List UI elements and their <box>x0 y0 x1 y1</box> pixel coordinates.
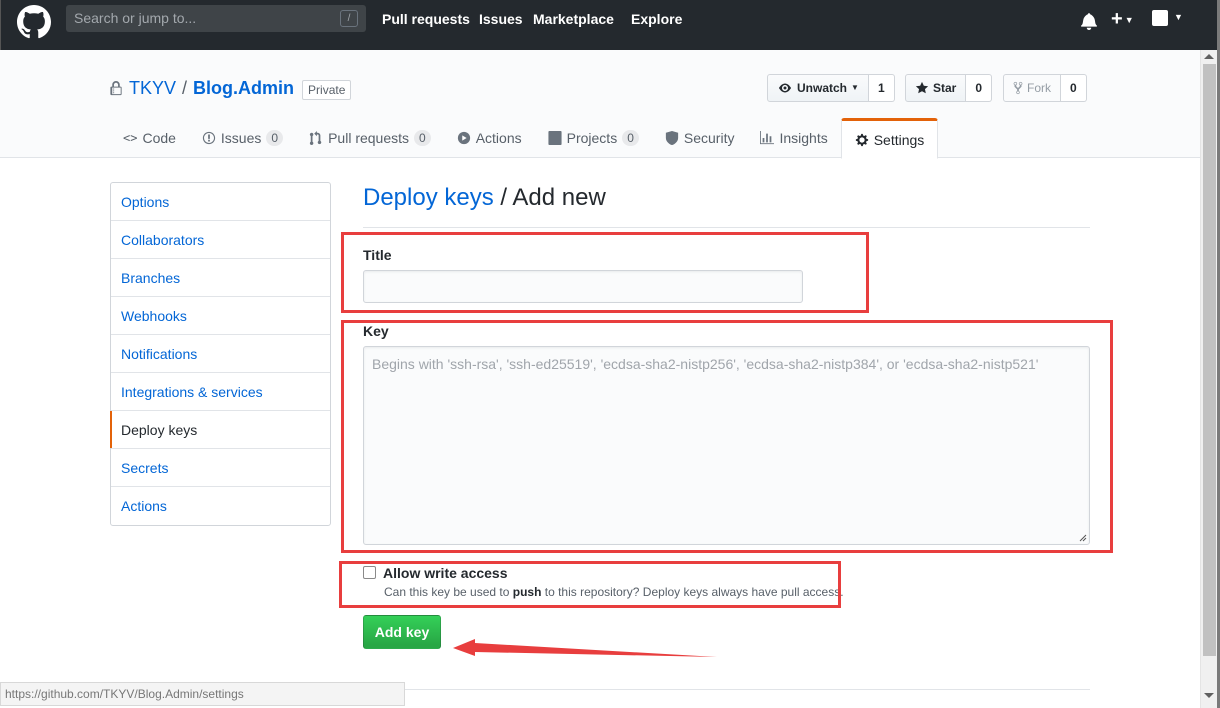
repo-tabs: <> Code Issues 0 Pull requests 0 Actions… <box>110 118 939 159</box>
issue-icon <box>202 131 216 145</box>
eye-icon <box>779 83 791 93</box>
unwatch-button[interactable]: Unwatch ▼ <box>767 74 869 102</box>
annotation-box-title <box>341 232 869 313</box>
tab-pull-requests-label: Pull requests <box>328 130 410 146</box>
tab-projects-label: Projects <box>566 130 618 146</box>
menu-item-options[interactable]: Options <box>111 183 330 221</box>
tab-settings[interactable]: Settings <box>840 118 939 159</box>
tab-security-label: Security <box>683 130 735 146</box>
annotation-box-write-access <box>339 561 841 608</box>
graph-icon <box>760 131 775 145</box>
menu-item-deploy-keys[interactable]: Deploy keys <box>110 411 330 449</box>
star-button[interactable]: Star <box>905 74 967 102</box>
deploy-keys-breadcrumb-link[interactable]: Deploy keys <box>363 184 494 211</box>
scrollbar-thumb[interactable] <box>1203 64 1216 656</box>
code-icon: <> <box>123 131 138 145</box>
fork-label: Fork <box>1027 81 1051 95</box>
star-count[interactable]: 0 <box>966 74 993 102</box>
add-key-button[interactable]: Add key <box>363 615 441 649</box>
header-nav-explore[interactable]: Explore <box>631 11 682 27</box>
tab-actions-label: Actions <box>475 130 522 146</box>
menu-item-branches[interactable]: Branches <box>111 259 330 297</box>
fork-button-group: Fork 0 <box>1003 74 1087 102</box>
header-nav-issues[interactable]: Issues <box>479 11 523 27</box>
annotation-arrow <box>453 639 717 657</box>
menu-item-integrations[interactable]: Integrations & services <box>111 373 330 411</box>
project-icon <box>548 131 562 145</box>
caret-down-icon: ▼ <box>851 83 859 92</box>
tab-insights[interactable]: Insights <box>747 118 840 158</box>
star-label: Star <box>933 81 957 95</box>
avatar-dropdown-caret-icon[interactable]: ▼ <box>1174 12 1183 22</box>
menu-item-actions[interactable]: Actions <box>111 487 330 525</box>
settings-menu: Options Collaborators Branches Webhooks … <box>110 182 331 526</box>
menu-item-webhooks[interactable]: Webhooks <box>111 297 330 335</box>
private-badge: Private <box>302 80 352 100</box>
fork-button[interactable]: Fork <box>1003 74 1061 102</box>
repo-path-separator: / <box>182 78 188 98</box>
unwatch-label: Unwatch <box>797 81 848 95</box>
watch-count[interactable]: 1 <box>868 74 895 102</box>
page-title: Deploy keys / Add new <box>363 184 1090 228</box>
watch-button-group: Unwatch ▼ 1 <box>767 74 895 102</box>
pull-request-icon <box>309 131 322 145</box>
menu-item-notifications[interactable]: Notifications <box>111 335 330 373</box>
browser-status-bar: https://github.com/TKYV/Blog.Admin/setti… <box>0 682 405 706</box>
plus-dropdown-icon[interactable]: + ▼ <box>1111 8 1134 31</box>
page-title-suffix: / Add new <box>500 184 606 211</box>
repo-name-link[interactable]: Blog.Admin <box>193 78 294 99</box>
tab-security[interactable]: Security <box>652 118 748 158</box>
tab-projects-count: 0 <box>622 130 639 146</box>
tab-insights-label: Insights <box>779 130 828 146</box>
bell-icon[interactable] <box>1081 12 1097 30</box>
gear-icon <box>855 133 868 146</box>
star-icon <box>915 81 929 94</box>
star-button-group: Star 0 <box>905 74 993 102</box>
header-nav-pull-requests[interactable]: Pull requests <box>382 11 470 27</box>
tab-actions[interactable]: Actions <box>444 118 535 158</box>
tab-pull-requests[interactable]: Pull requests 0 <box>296 118 444 158</box>
divider <box>363 689 1090 690</box>
scroll-up-arrow-icon[interactable] <box>1204 54 1214 59</box>
tab-settings-label: Settings <box>873 131 925 148</box>
tab-issues-label: Issues <box>220 130 262 146</box>
play-icon <box>457 131 470 145</box>
search-input[interactable]: Search or jump to... / <box>66 5 366 32</box>
tab-projects[interactable]: Projects 0 <box>535 118 652 158</box>
annotation-box-key <box>341 320 1113 553</box>
header-nav-marketplace[interactable]: Marketplace <box>533 11 614 27</box>
tab-issues-count: 0 <box>266 130 284 146</box>
repo-owner-link[interactable]: TKYV <box>129 78 176 99</box>
shield-icon <box>665 131 679 145</box>
github-logo-icon[interactable] <box>17 5 51 39</box>
menu-item-collaborators[interactable]: Collaborators <box>111 221 330 259</box>
search-shortcut-key: / <box>340 10 358 27</box>
avatar[interactable] <box>1152 10 1168 26</box>
tab-pull-requests-count: 0 <box>414 130 431 146</box>
fork-icon <box>1013 81 1023 95</box>
fork-count[interactable]: 0 <box>1061 74 1087 102</box>
scroll-down-arrow-icon[interactable] <box>1204 693 1214 698</box>
repo-header: TKYV / Blog.Admin Private Unwatch ▼ 1 St… <box>0 50 1200 159</box>
lock-icon <box>110 81 122 96</box>
tab-code[interactable]: <> Code <box>110 118 189 158</box>
menu-item-secrets[interactable]: Secrets <box>111 449 330 487</box>
tab-code-label: Code <box>142 130 176 146</box>
repo-title: TKYV / Blog.Admin Private <box>110 77 352 100</box>
page-scrollbar[interactable] <box>1200 50 1217 708</box>
tab-issues[interactable]: Issues 0 <box>189 118 296 158</box>
global-header: Search or jump to... / Pull requests Iss… <box>0 0 1220 50</box>
search-placeholder: Search or jump to... <box>74 10 197 26</box>
